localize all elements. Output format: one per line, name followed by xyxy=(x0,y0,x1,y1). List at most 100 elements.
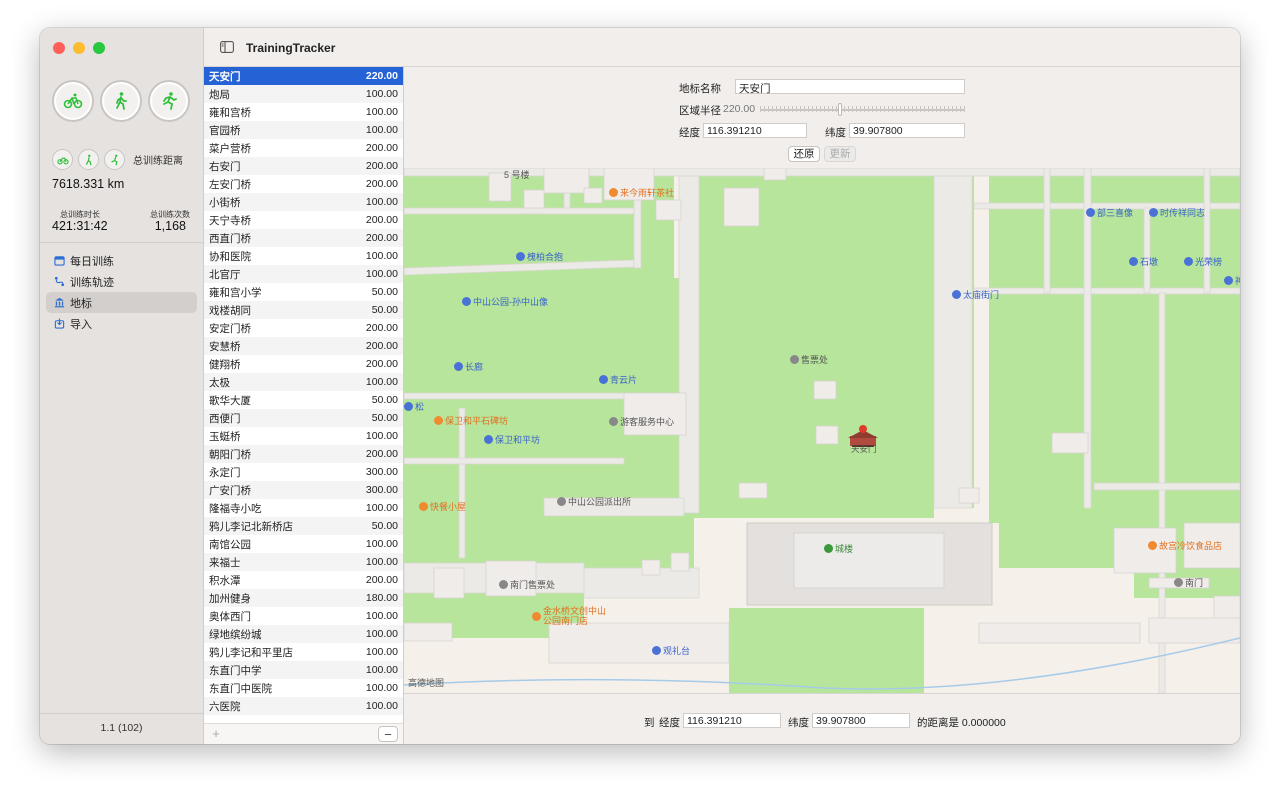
map-poi[interactable]: 南门售票处 xyxy=(499,578,555,591)
list-item[interactable]: 来福士 100.00 xyxy=(204,553,403,571)
list-item[interactable]: 炮局 100.00 xyxy=(204,85,403,103)
list-item[interactable]: 隆福寺小吃 100.00 xyxy=(204,499,403,517)
list-item[interactable]: 鸦儿李记和平里店 100.00 xyxy=(204,643,403,661)
poi-label: 故宫冷饮食品店 xyxy=(1159,541,1223,551)
map-poi[interactable]: 部三喜像 xyxy=(1086,206,1133,219)
poi-label: 南门 xyxy=(1185,578,1204,588)
list-item[interactable]: 北官厅 100.00 xyxy=(204,265,403,283)
map-poi[interactable]: 5 号楼 xyxy=(504,168,530,181)
radius-slider-handle[interactable] xyxy=(837,103,842,116)
map-poi[interactable]: 长廊 xyxy=(454,360,483,373)
latitude-field[interactable]: 39.907800 xyxy=(849,123,965,138)
landmark-list[interactable]: 天安门 220.00 炮局 100.00 雍和宫桥 100.00 官园桥 100.00 菜户营桥… xyxy=(204,67,403,723)
list-item[interactable]: 小街桥 100.00 xyxy=(204,193,403,211)
list-item[interactable]: 左安门桥 200.00 xyxy=(204,175,403,193)
list-item[interactable]: 西直门桥 200.00 xyxy=(204,229,403,247)
list-item[interactable]: 右安门 200.00 xyxy=(204,157,403,175)
map-poi[interactable]: 观礼台 xyxy=(652,644,690,657)
map-poi[interactable]: 金水桥文创中山公园南门店 xyxy=(532,606,607,626)
list-item[interactable]: 官园桥 100.00 xyxy=(204,121,403,139)
sidebar-item-landmarks[interactable]: 地标 xyxy=(46,292,197,313)
landmark-name: 协和医院 xyxy=(209,250,251,263)
map-poi[interactable]: 快餐小屋 xyxy=(419,500,466,513)
map-poi[interactable]: 故宫冷饮食品店 xyxy=(1148,539,1222,552)
cycling-icon xyxy=(63,93,83,109)
list-item[interactable]: 东直门中学 100.00 xyxy=(204,661,403,679)
distance-longitude-field[interactable]: 116.391210 xyxy=(683,713,781,728)
zoom-window-button[interactable] xyxy=(93,42,105,54)
map-poi[interactable]: 太庙街门 xyxy=(952,288,999,301)
landmark-name: 隆福寺小吃 xyxy=(209,502,262,515)
list-item[interactable]: 鸦儿李记北新桥店 50.00 xyxy=(204,517,403,535)
map-poi[interactable]: 石墩 xyxy=(1129,255,1158,268)
list-item[interactable]: 永定门 300.00 xyxy=(204,463,403,481)
add-landmark-button[interactable]: + xyxy=(206,726,226,742)
list-item[interactable]: 天安门 220.00 xyxy=(204,67,403,85)
list-item[interactable]: 朝阳门桥 200.00 xyxy=(204,445,403,463)
minimize-window-button[interactable] xyxy=(73,42,85,54)
list-item[interactable]: 绿地缤纷城 100.00 xyxy=(204,625,403,643)
list-item[interactable]: 西便门 50.00 xyxy=(204,409,403,427)
poi-label: 松 xyxy=(415,402,425,412)
list-item[interactable]: 雍和宫小学 50.00 xyxy=(204,283,403,301)
map-poi[interactable]: 光荣榜 xyxy=(1184,255,1222,268)
map-poi[interactable]: 中山公园-孙中山像 xyxy=(462,295,548,308)
update-button[interactable]: 更新 xyxy=(824,146,856,162)
list-item[interactable]: 积水潭 200.00 xyxy=(204,571,403,589)
list-item[interactable]: 健翔桥 200.00 xyxy=(204,355,403,373)
sidebar-footer-divider xyxy=(40,713,203,714)
list-item[interactable]: 东直门中医院 100.00 xyxy=(204,679,403,697)
map-poi[interactable]: 天安门 xyxy=(851,443,877,455)
list-item[interactable]: 菜户营桥 200.00 xyxy=(204,139,403,157)
sidebar-item-import[interactable]: 导入 xyxy=(46,313,197,334)
map-poi[interactable]: 神 xyxy=(1224,274,1240,287)
landmark-radius: 100.00 xyxy=(365,88,398,100)
map-poi[interactable]: 中山公园派出所 xyxy=(557,495,631,508)
map-poi[interactable]: 游客服务中心 xyxy=(609,415,674,428)
landmark-name: 官园桥 xyxy=(209,124,241,137)
poi-label: 神 xyxy=(1235,276,1240,286)
list-item[interactable]: 奥体西门 100.00 xyxy=(204,607,403,625)
sidebar-item-tracks[interactable]: 训练轨迹 xyxy=(46,271,197,292)
landmark-radius: 50.00 xyxy=(371,520,398,532)
restore-button[interactable]: 还原 xyxy=(788,146,820,162)
cycling-ring[interactable] xyxy=(52,80,94,122)
list-item[interactable]: 六医院 100.00 xyxy=(204,697,403,715)
poi-label: 保卫和平石碑坊 xyxy=(445,416,509,426)
list-item[interactable]: 南馆公园 100.00 xyxy=(204,535,403,553)
map-poi[interactable]: 城楼 xyxy=(824,542,853,555)
poi-pin-icon xyxy=(516,252,525,261)
map-poi[interactable]: 时传祥同志 xyxy=(1149,206,1205,219)
map-poi[interactable]: 保卫和平坊 xyxy=(484,433,540,446)
map-view[interactable]: 5 号楼 来今雨轩茶社 槐柏合抱 中山公园-孙中山像 长廊 青云片 售票处 游客服务中心 保卫和… xyxy=(404,168,1240,693)
list-item[interactable]: 广安门桥 300.00 xyxy=(204,481,403,499)
distance-bar: 到 经度 116.391210 纬度 39.907800 的距离是 0.0000… xyxy=(404,693,1240,744)
poi-label: 保卫和平坊 xyxy=(495,435,541,445)
walking-ring[interactable] xyxy=(100,80,142,122)
list-item[interactable]: 太极 100.00 xyxy=(204,373,403,391)
list-item[interactable]: 玉蜓桥 100.00 xyxy=(204,427,403,445)
sidebar-item-daily[interactable]: 每日训练 xyxy=(46,250,197,271)
list-item[interactable]: 歌华大厦 50.00 xyxy=(204,391,403,409)
sidebar-toggle-icon[interactable] xyxy=(220,41,234,53)
map-poi[interactable]: 来今雨轩茶社 xyxy=(609,186,674,199)
list-item[interactable]: 安定门桥 200.00 xyxy=(204,319,403,337)
close-window-button[interactable] xyxy=(53,42,65,54)
list-item[interactable]: 雍和宫桥 100.00 xyxy=(204,103,403,121)
map-poi[interactable]: 青云片 xyxy=(599,373,637,386)
list-item[interactable]: 协和医院 100.00 xyxy=(204,247,403,265)
map-poi[interactable]: 槐柏合抱 xyxy=(516,250,563,263)
list-item[interactable]: 天宁寺桥 200.00 xyxy=(204,211,403,229)
map-poi[interactable]: 保卫和平石碑坊 xyxy=(434,414,508,427)
list-item[interactable]: 加州健身 180.00 xyxy=(204,589,403,607)
name-field[interactable]: 天安门 xyxy=(735,79,965,95)
running-ring[interactable] xyxy=(148,80,190,122)
remove-landmark-button[interactable]: − xyxy=(378,726,398,742)
map-poi[interactable]: 售票处 xyxy=(790,353,828,366)
distance-latitude-field[interactable]: 39.907800 xyxy=(812,713,910,728)
longitude-field[interactable]: 116.391210 xyxy=(703,123,807,138)
map-poi[interactable]: 南门 xyxy=(1174,576,1203,589)
map-poi[interactable]: 松 xyxy=(404,400,424,413)
list-item[interactable]: 安慧桥 200.00 xyxy=(204,337,403,355)
list-item[interactable]: 戏楼胡同 50.00 xyxy=(204,301,403,319)
